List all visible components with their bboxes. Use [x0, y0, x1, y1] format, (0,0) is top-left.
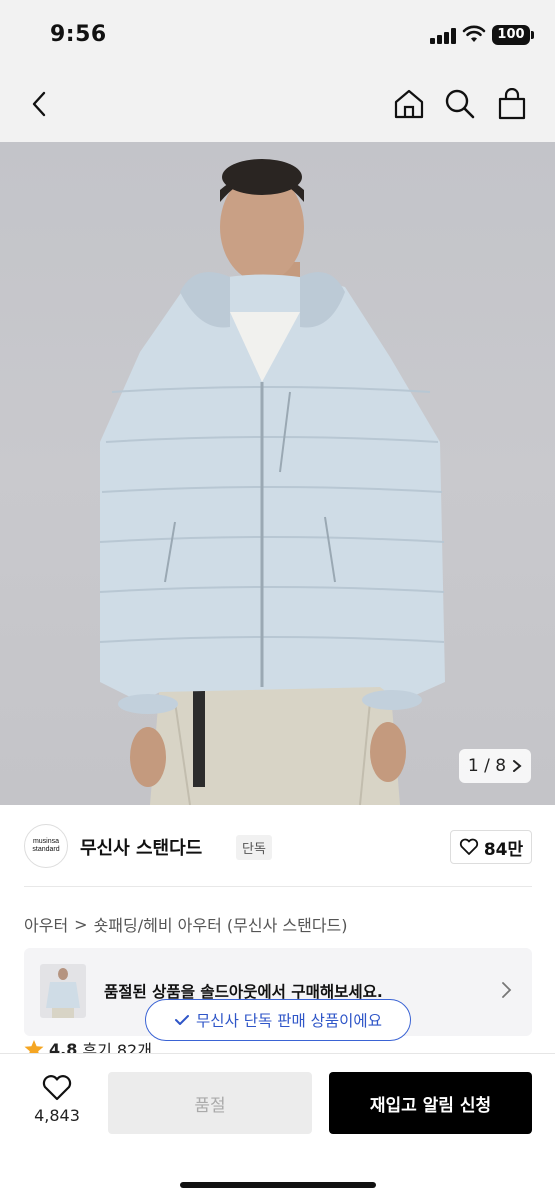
- brand-logo-line1: musinsa: [32, 838, 60, 845]
- heart-icon: [459, 838, 478, 855]
- home-button[interactable]: [391, 86, 427, 122]
- shopping-bag-icon: [498, 88, 526, 120]
- home-indicator: [180, 1182, 376, 1188]
- home-icon: [394, 89, 424, 119]
- exclusive-badge: 단독: [236, 835, 272, 860]
- notice-thumbnail: [40, 964, 86, 1018]
- breadcrumb-separator: >: [74, 914, 88, 934]
- bottom-action-bar: 4,843 품절 재입고 알림 신청: [0, 1054, 555, 1200]
- soldout-button: 품절: [108, 1072, 312, 1134]
- wishlist-button[interactable]: 4,843: [24, 1074, 90, 1134]
- chevron-right-icon: [502, 982, 512, 998]
- status-time: 9:56: [50, 22, 107, 47]
- check-icon: [175, 1015, 190, 1025]
- product-photo: [99, 159, 445, 805]
- chevron-left-icon: [32, 91, 46, 117]
- breadcrumb: 아우터 > 숏패딩/헤비 아우터 (무신사 스탠다드): [24, 912, 348, 936]
- brand-row: musinsa standard 무신사 스탠다드 단독 84만: [24, 820, 532, 872]
- nav-bar: [0, 70, 555, 142]
- image-counter-text: 1 / 8: [467, 756, 507, 776]
- heart-icon: [42, 1075, 72, 1101]
- wifi-icon: [462, 24, 486, 44]
- brand-like-button[interactable]: 84만: [450, 830, 532, 864]
- divider: [24, 886, 532, 887]
- status-bar: 9:56 100: [0, 0, 555, 70]
- restock-alert-button[interactable]: 재입고 알림 신청: [329, 1072, 532, 1134]
- exclusive-toast-text: 무신사 단독 판매 상품이에요: [196, 1012, 382, 1030]
- chevron-right-icon: [513, 760, 522, 772]
- brand-logo[interactable]: musinsa standard: [24, 824, 68, 868]
- breadcrumb-item-outer[interactable]: 아우터: [24, 912, 68, 936]
- breadcrumb-item-padding[interactable]: 숏패딩/헤비 아우터 (무신사 스탠다드): [94, 912, 348, 936]
- exclusive-toast: 무신사 단독 판매 상품이에요: [145, 999, 411, 1041]
- signal-icon: [430, 28, 456, 44]
- battery-icon: 100: [492, 25, 534, 45]
- search-button[interactable]: [442, 86, 478, 122]
- product-image-carousel[interactable]: 1 / 8: [0, 142, 555, 805]
- wishlist-count: 4,843: [34, 1106, 80, 1125]
- brand-like-count: 84만: [483, 839, 524, 860]
- search-icon: [445, 89, 475, 119]
- brand-name[interactable]: 무신사 스탠다드: [80, 834, 202, 860]
- image-counter[interactable]: 1 / 8: [459, 749, 531, 783]
- back-button[interactable]: [22, 86, 58, 122]
- brand-logo-line2: standard: [32, 846, 60, 853]
- cart-button[interactable]: [494, 86, 530, 122]
